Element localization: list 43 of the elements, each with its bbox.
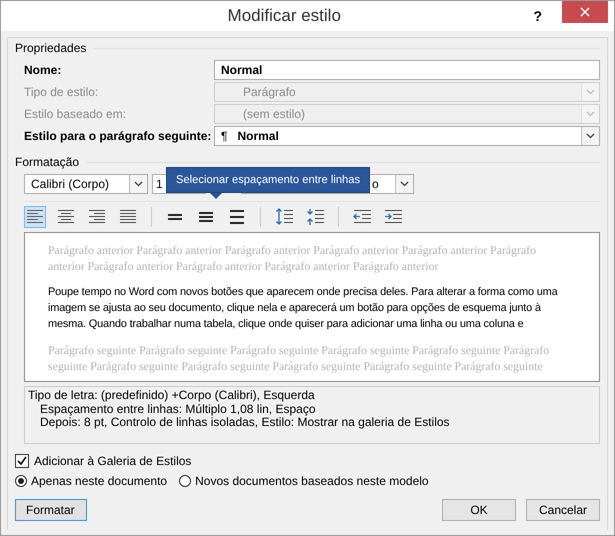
section-heading: Propriedades (15, 41, 86, 55)
field-label: Nome: (24, 63, 62, 77)
check-icon (17, 456, 27, 466)
justify-icon (119, 208, 137, 226)
paragraph-spacing-button[interactable] (304, 206, 326, 228)
style-dropdown[interactable]: ¶ Normal (214, 126, 600, 146)
close-icon (580, 7, 590, 17)
sample-paragraph: Poupe tempo no Word com novos botões que aparecem onde precisa deles. Para alterar a forma como uma imagem se ajusta ao seu documento, clique nela e aparecerá um botão para opções de esquema junto à mesma. Quando trabalhar numa tabela, clique onde quiser para adicionar uma linha ou uma coluna e (48, 285, 559, 332)
field-label: Tipo de estilo: (24, 85, 100, 99)
close-button[interactable] (562, 1, 608, 23)
align-left-button[interactable] (24, 206, 46, 228)
section-heading: Formatação (15, 155, 80, 169)
double-spacing-icon (228, 208, 246, 226)
pilcrow-icon: ¶ (221, 129, 228, 143)
next-paragraph: Parágrafo seguinte Parágrafo seguinte Parágrafo seguinte Parágrafo seguinte Parágrafo seguinte Parágrafo seguinte Parágrafo seguinte Parágrafo seguinte Parágrafo seguinte Parágrafo seguinte Parágrafo seguinte (48, 342, 550, 374)
name-field[interactable]: Normal (214, 60, 600, 80)
increase-indent-icon (384, 208, 402, 226)
dropdown-value: Normal (237, 129, 279, 143)
decrease-indent-icon (353, 208, 371, 226)
ok-button[interactable]: OK (442, 499, 516, 521)
field-label: Estilo baseado em: (24, 107, 128, 121)
checkbox[interactable] (15, 454, 29, 468)
align-right-icon (88, 208, 106, 226)
radio-button[interactable] (179, 475, 192, 487)
checkbox-label: Adicionar à Galeria de Estilos (34, 454, 192, 468)
window-title: Modificar estilo (226, 6, 342, 26)
paragraph-spacing-icon (306, 208, 324, 226)
help-button[interactable]: ? (527, 8, 548, 24)
align-center-icon (57, 208, 75, 226)
align-left-icon (26, 208, 44, 226)
font-dropdown[interactable]: Calibri (Corpo) (24, 174, 148, 194)
dropdown-value: Parágrafo (243, 85, 296, 99)
format-menu-button[interactable]: Formatar (15, 499, 87, 521)
cancel-button[interactable]: Cancelar (526, 499, 600, 521)
tooltip: Selecionar espaçamento entre linhas (166, 167, 370, 199)
radio-label: Novos documentos baseados neste modelo (195, 474, 429, 488)
dropdown-value: (sem estilo) (243, 107, 306, 121)
previous-paragraph: Parágrafo anterior Parágrafo anterior Parágrafo anterior Parágrafo anterior Parágrafo anterior Parágrafo anterior Parágrafo anterior Parágrafo anterior Parágrafo anterior Parágrafo anterior (48, 242, 538, 274)
radio-button[interactable] (15, 475, 27, 487)
paragraph-spacing-icon (275, 208, 293, 226)
radio-label: Apenas neste documento (31, 474, 168, 488)
style-description: Tipo de letra: (predefinido) +Corpo (Calibri), Esquerda Espaçamento entre linhas: Múltiplo 1,08 lin, Espaço Depois: 8 pt, Controlo de linhas isoladas, Estilo: Mostrar na galeria de Estilos (24, 386, 600, 444)
field-label: Estilo para o parágrafo seguinte: (24, 129, 212, 143)
